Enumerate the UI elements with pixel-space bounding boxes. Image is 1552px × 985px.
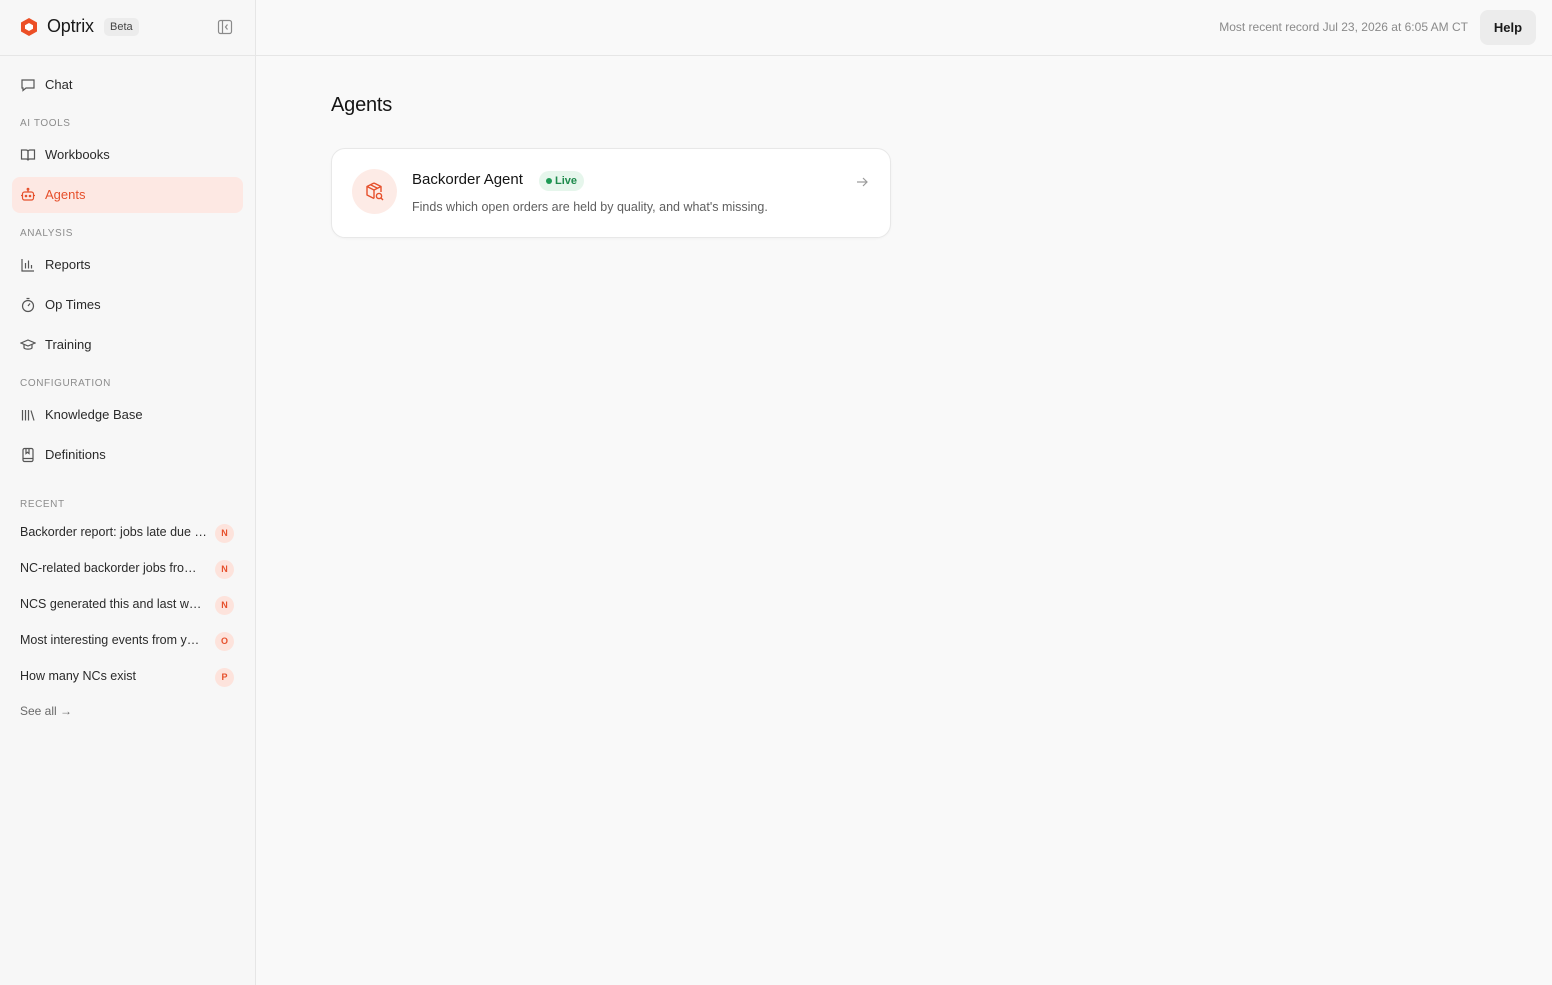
avatar: N bbox=[215, 524, 234, 543]
section-label-configuration: CONFIGURATION bbox=[20, 378, 111, 389]
sidebar-item-workbooks[interactable]: Workbooks bbox=[12, 137, 243, 173]
brand-name: Optrix bbox=[47, 16, 94, 36]
graduation-cap-icon bbox=[20, 339, 36, 350]
agent-description: Finds which open orders are held by qual… bbox=[412, 200, 768, 214]
book-open-icon bbox=[20, 149, 36, 161]
section-label-analysis: ANALYSIS bbox=[20, 228, 73, 239]
agent-card-backorder[interactable]: Backorder Agent Live Finds which open or… bbox=[331, 148, 891, 238]
status-badge-label: Live bbox=[555, 175, 578, 187]
app: Optrix Beta Chat AI TOOLS Workbooks Agen… bbox=[0, 0, 1552, 985]
section-label-recent: RECENT bbox=[20, 499, 65, 510]
recent-item-title: NCS generated this and last w… bbox=[20, 597, 202, 611]
avatar: O bbox=[215, 632, 234, 651]
page-title: Agents bbox=[331, 94, 393, 116]
sidebar-item-label: Workbooks bbox=[45, 147, 110, 162]
avatar: N bbox=[215, 560, 234, 579]
robot-icon bbox=[21, 187, 35, 201]
top-bar: Most recent record Jul 23, 2026 at 6:05 … bbox=[256, 0, 1552, 56]
see-all-link[interactable]: See all → bbox=[20, 704, 72, 718]
sidebar-item-chat[interactable]: Chat bbox=[12, 67, 243, 103]
optrix-logo-icon[interactable] bbox=[19, 17, 39, 37]
recent-item-title: Most interesting events from y… bbox=[20, 633, 200, 647]
sidebar-item-knowledge-base[interactable]: Knowledge Base bbox=[12, 397, 243, 433]
sidebar-item-label: Knowledge Base bbox=[45, 407, 143, 422]
recent-item[interactable]: Most interesting events from y… O bbox=[12, 626, 243, 656]
sidebar-item-label: Reports bbox=[45, 257, 91, 272]
recent-item-title: How many NCs exist bbox=[20, 669, 136, 683]
brand-header: Optrix Beta bbox=[0, 0, 255, 56]
recent-item[interactable]: How many NCs exist P bbox=[12, 662, 243, 692]
agent-name: Backorder Agent bbox=[412, 171, 523, 188]
sidebar-collapse-icon[interactable] bbox=[217, 19, 233, 35]
sidebar-item-label: Agents bbox=[45, 187, 86, 202]
recent-item[interactable]: Backorder report: jobs late due … N bbox=[12, 518, 243, 548]
agent-icon-badge bbox=[352, 169, 397, 214]
recent-item-title: Backorder report: jobs late due … bbox=[20, 525, 207, 539]
section-label-ai-tools: AI TOOLS bbox=[20, 118, 71, 129]
package-search-icon bbox=[366, 182, 384, 201]
sidebar: Optrix Beta Chat AI TOOLS Workbooks Agen… bbox=[0, 0, 256, 985]
library-icon bbox=[21, 410, 35, 421]
avatar: N bbox=[215, 596, 234, 615]
chat-icon bbox=[21, 79, 35, 92]
status-badge: Live bbox=[539, 171, 585, 191]
arrow-right-icon[interactable] bbox=[854, 174, 870, 190]
sidebar-item-label: Definitions bbox=[45, 447, 106, 462]
sidebar-item-label: Op Times bbox=[45, 297, 101, 312]
sidebar-item-label: Training bbox=[45, 337, 92, 352]
avatar: P bbox=[215, 668, 234, 687]
sidebar-item-op-times[interactable]: Op Times bbox=[12, 287, 243, 323]
sidebar-item-definitions[interactable]: Definitions bbox=[12, 437, 243, 473]
recent-item-title: NC-related backorder jobs fro… bbox=[20, 561, 197, 575]
help-button[interactable]: Help bbox=[1480, 10, 1536, 45]
beta-badge: Beta bbox=[104, 18, 139, 36]
live-dot-icon bbox=[546, 178, 552, 184]
recent-item[interactable]: NCS generated this and last w… N bbox=[12, 590, 243, 620]
timer-icon bbox=[21, 297, 35, 313]
most-recent-record-text: Most recent record Jul 23, 2026 at 6:05 … bbox=[1219, 20, 1468, 34]
sidebar-item-label: Chat bbox=[45, 77, 73, 92]
recent-item[interactable]: NC-related backorder jobs fro… N bbox=[12, 554, 243, 584]
sidebar-item-training[interactable]: Training bbox=[12, 327, 243, 363]
sidebar-item-reports[interactable]: Reports bbox=[12, 247, 243, 283]
bar-chart-icon bbox=[21, 259, 34, 272]
bookmark-book-icon bbox=[22, 447, 34, 463]
sidebar-item-agents[interactable]: Agents bbox=[12, 177, 243, 213]
